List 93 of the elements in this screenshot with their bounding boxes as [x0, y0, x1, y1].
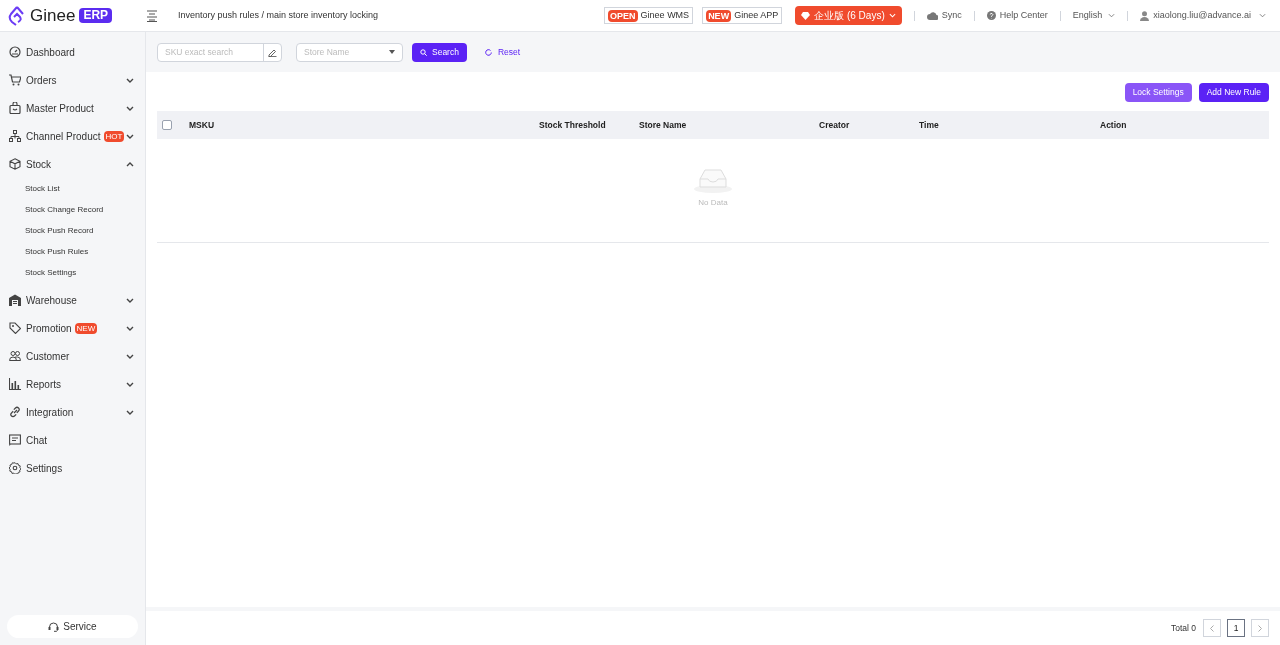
sku-search-field[interactable]: SKU exact search: [157, 42, 282, 62]
sidebar-item-label: Chat: [26, 433, 48, 448]
promo-button[interactable]: OPEN Ginee WMS: [604, 7, 694, 24]
column-header: Time: [919, 118, 940, 132]
plan-button[interactable]: 企业版 (6 Days): [795, 6, 902, 25]
help-center-button[interactable]: Help Center: [986, 8, 1048, 23]
page-button[interactable]: 1: [1227, 619, 1245, 637]
sidebar-subitem[interactable]: Stock Change Record: [0, 199, 145, 220]
previous-page-button[interactable]: [1203, 619, 1221, 637]
sidebar-item[interactable]: Warehouse: [0, 286, 145, 314]
caret-icon: [389, 50, 395, 54]
column-header: MSKU: [189, 118, 216, 132]
next-page-button[interactable]: [1251, 619, 1269, 637]
sidebar-item[interactable]: Settings: [0, 454, 145, 482]
sidebar-subitem[interactable]: Stock List: [0, 178, 145, 199]
box-icon: [9, 158, 21, 170]
pencil-icon[interactable]: [268, 47, 277, 57]
sidebar-subitem[interactable]: Stock Settings: [0, 262, 145, 283]
sidebar-badge: HOT: [103, 130, 125, 142]
search-button[interactable]: Search: [412, 42, 467, 62]
sidebar-item[interactable]: Chat: [0, 426, 145, 454]
cloud-icon: [926, 11, 938, 20]
promo-tag: NEW: [706, 9, 732, 22]
logo-icon: [8, 5, 26, 26]
sidebar-item[interactable]: Reports: [0, 370, 145, 398]
column-header: Stock Threshold: [539, 118, 607, 132]
sidebar-item-label: Integration: [26, 405, 74, 420]
network-icon: [9, 130, 21, 142]
user-menu[interactable]: xiaolong.liu@advance.ai: [1140, 8, 1266, 23]
chevron-down-icon: [888, 13, 896, 18]
gauge-icon: [9, 46, 21, 58]
empty-tray-icon: [693, 167, 733, 193]
tag-icon: [9, 322, 21, 334]
sync-button[interactable]: Sync: [926, 8, 962, 23]
sidebar-item[interactable]: Master Product: [0, 94, 145, 122]
logo-text: Ginee: [30, 4, 76, 27]
lock-settings-button[interactable]: Lock Settings: [1124, 83, 1192, 102]
sidebar-item[interactable]: Stock: [0, 150, 145, 178]
column-header: Action: [1100, 118, 1128, 132]
sku-search-input[interactable]: SKU exact search: [158, 43, 263, 61]
column-header: Creator: [819, 118, 851, 132]
reset-button[interactable]: Reset: [478, 42, 527, 62]
gear-icon: [9, 462, 21, 474]
sidebar-item[interactable]: Channel Product HOT: [0, 122, 145, 150]
sidebar-item[interactable]: Integration: [0, 398, 145, 426]
select-all-checkbox[interactable]: [162, 120, 172, 130]
refresh-icon: [484, 48, 492, 56]
sidebar-item-label: Warehouse: [26, 293, 77, 308]
message-icon: [9, 434, 21, 446]
chevron-left-icon: [1210, 624, 1214, 632]
sidebar-item-label: Dashboard: [26, 45, 75, 60]
question-icon: [986, 11, 996, 20]
bag-icon: [9, 102, 21, 114]
sidebar-item-label: Master Product: [26, 101, 94, 116]
sidebar-item[interactable]: Dashboard: [0, 38, 145, 66]
people-icon: [9, 350, 21, 362]
sidebar-badge: NEW: [74, 322, 98, 334]
sidebar-item-label: Channel Product: [26, 129, 101, 144]
user-icon: [1140, 10, 1150, 21]
empty-text: No Data: [698, 197, 728, 209]
sidebar-item-label: Reports: [26, 377, 61, 392]
sidebar-item-label: Promotion: [26, 321, 72, 336]
sidebar-item[interactable]: Customer: [0, 342, 145, 370]
bar-chart-icon: [9, 378, 21, 390]
promo-button[interactable]: NEW Ginee APP: [702, 7, 783, 24]
chevron-down-icon: [1108, 13, 1116, 18]
service-button[interactable]: Service: [7, 615, 138, 638]
chevron-right-icon: [1258, 624, 1262, 632]
sidebar-subitem[interactable]: Stock Push Record: [0, 220, 145, 241]
sidebar-item-label: Customer: [26, 349, 70, 364]
sidebar-item-label: Settings: [26, 461, 63, 476]
search-icon: [420, 48, 427, 56]
diamond-icon: [801, 11, 811, 20]
link-icon: [9, 406, 21, 418]
warehouse-icon: [9, 294, 21, 306]
promo-tag: OPEN: [608, 9, 638, 22]
sidebar-item[interactable]: Promotion NEW: [0, 314, 145, 342]
total-count: Total 0: [1170, 621, 1196, 635]
column-header: Store Name: [639, 118, 688, 132]
sidebar-item-label: Orders: [26, 73, 57, 88]
language-dropdown[interactable]: English: [1072, 8, 1116, 23]
headset-icon: [48, 621, 60, 632]
menu-icon[interactable]: [146, 9, 158, 22]
cart-icon: [9, 74, 21, 86]
chevron-down-icon: [1259, 13, 1266, 18]
promo-label: Ginee WMS: [640, 8, 690, 22]
breadcrumb: Inventory push rules / main store inventory locking: [178, 8, 379, 22]
sidebar-item[interactable]: Orders: [0, 66, 145, 94]
sidebar-subitem[interactable]: Stock Push Rules: [0, 241, 145, 262]
sidebar-item-label: Stock: [26, 157, 51, 172]
add-rule-button[interactable]: Add New Rule: [1198, 83, 1269, 102]
promo-label: Ginee APP: [734, 8, 779, 22]
logo-badge: ERP: [79, 8, 113, 23]
